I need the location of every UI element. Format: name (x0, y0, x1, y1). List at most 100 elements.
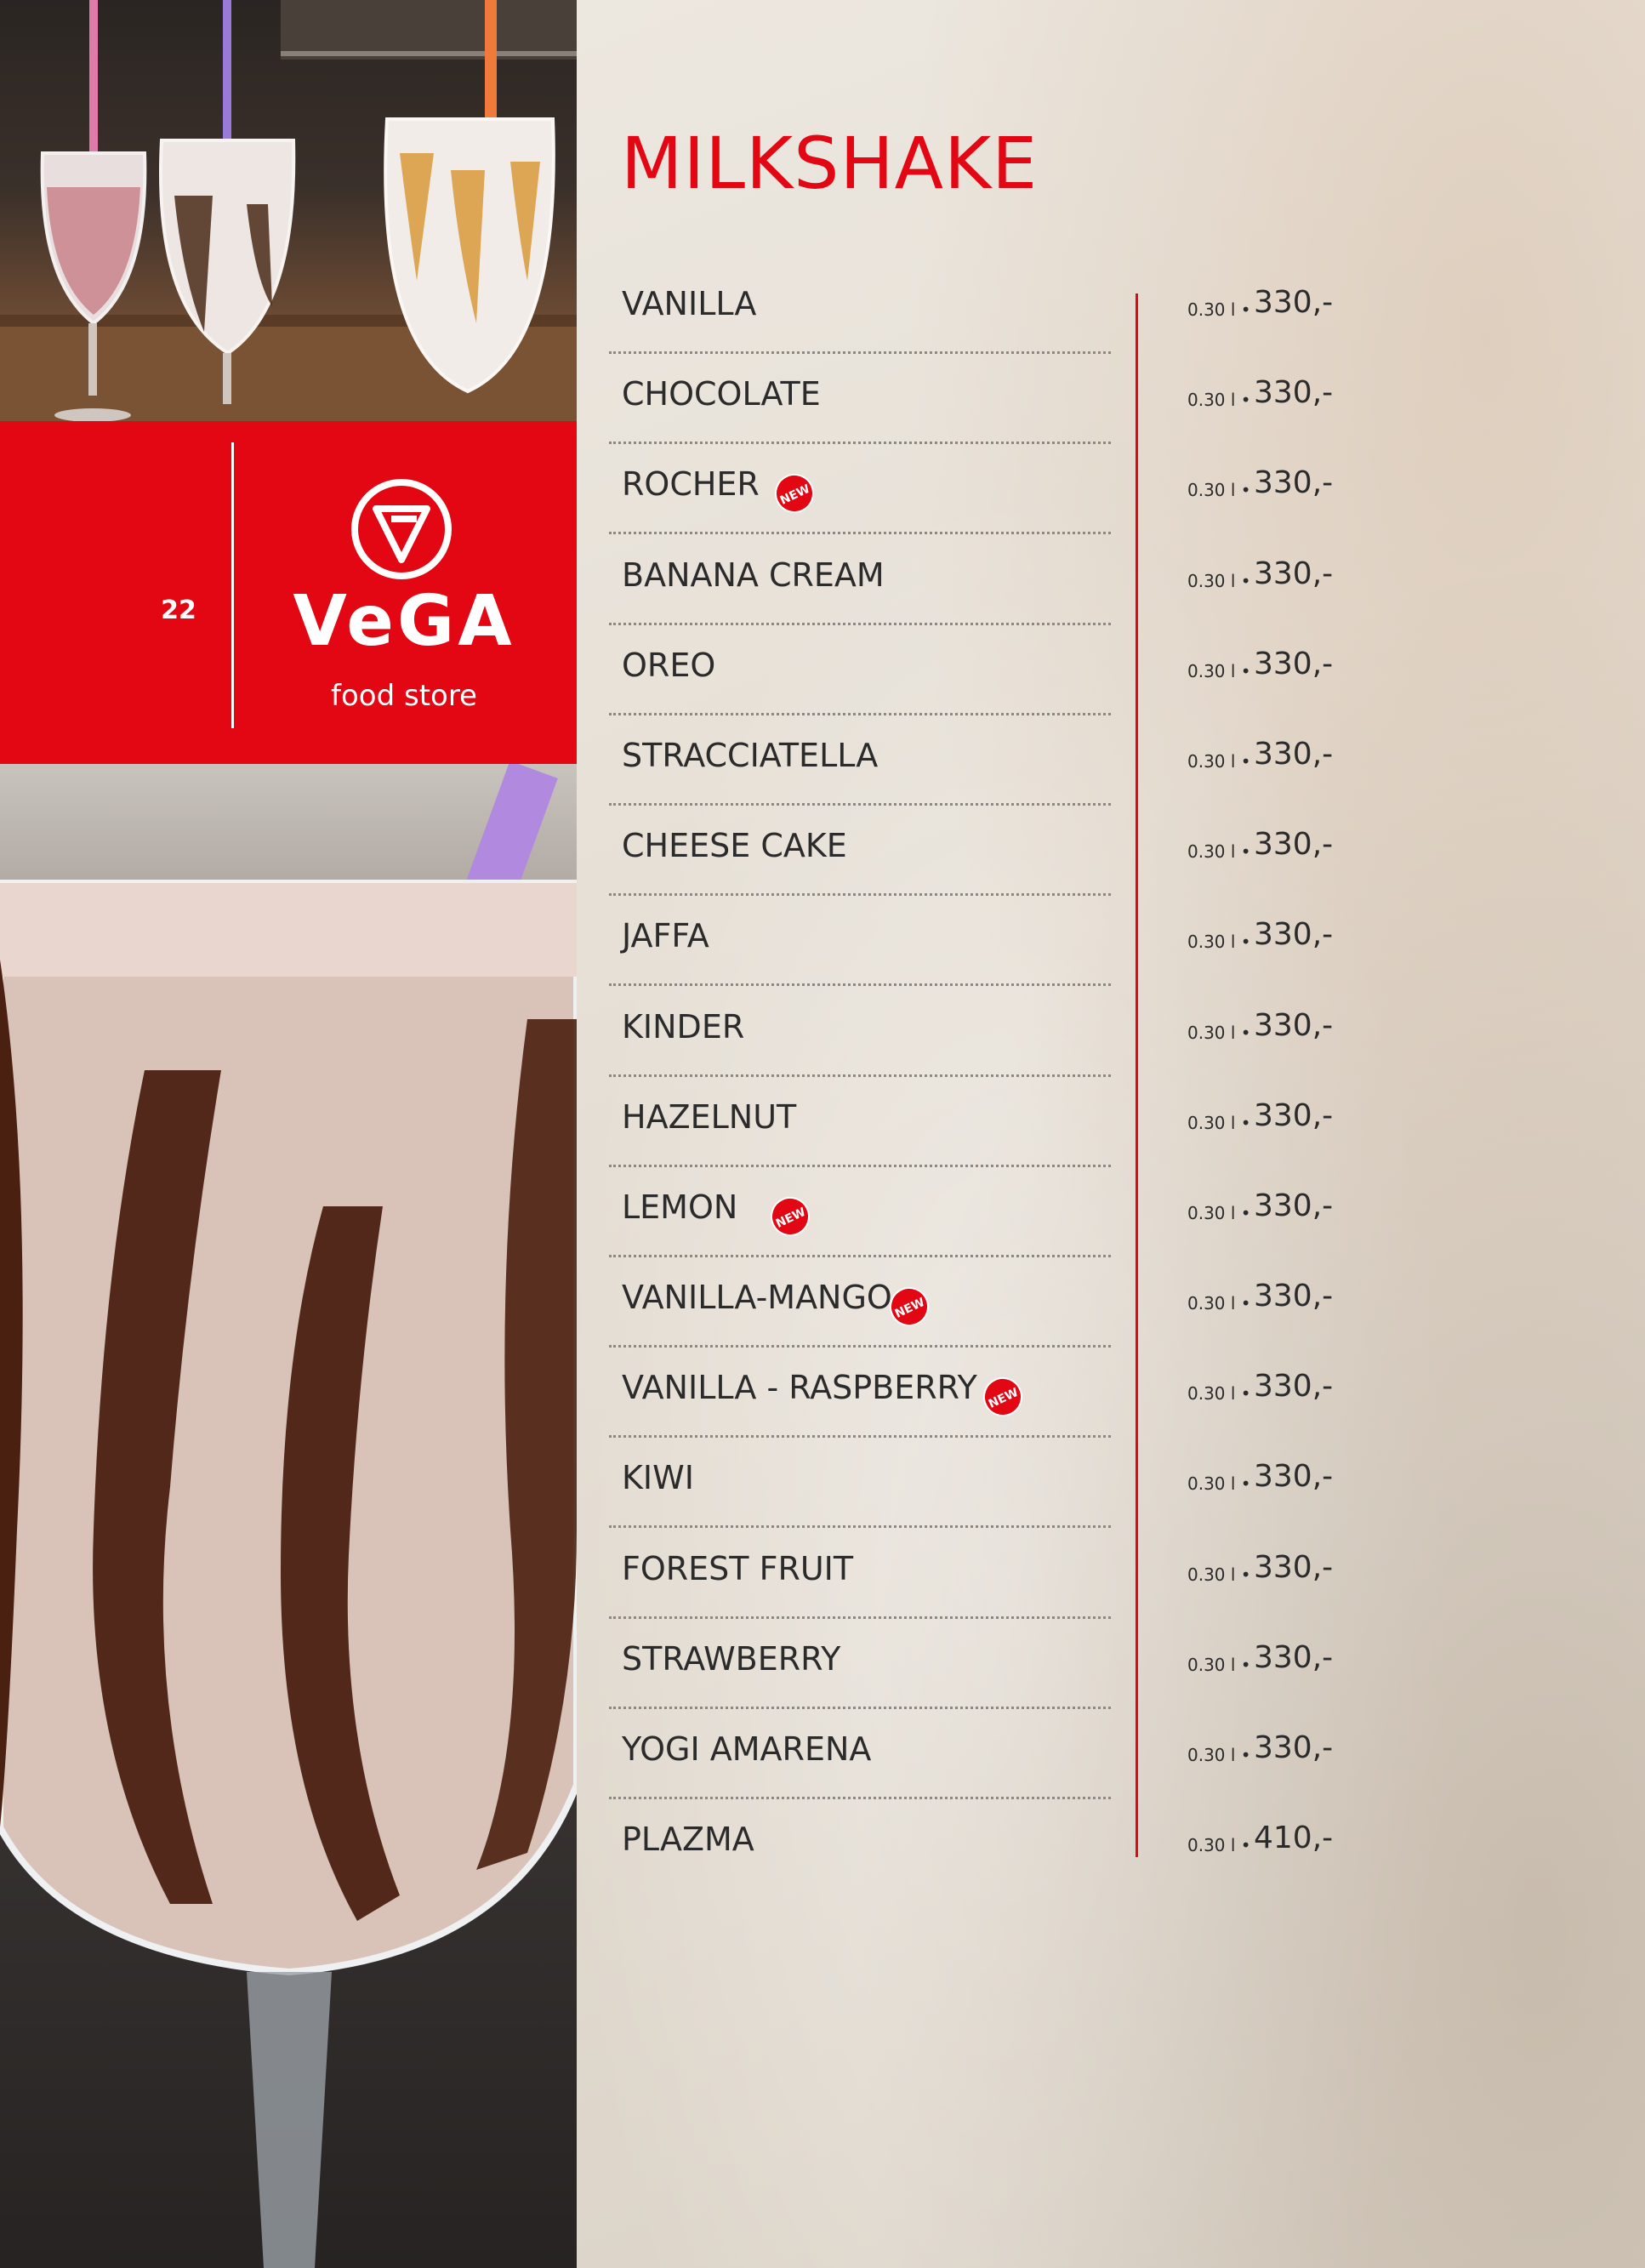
menu-item-name: HAZELNUT (622, 1097, 797, 1136)
menu-item-volume: 0.30 l • (1187, 390, 1251, 411)
dotted-separator (609, 1345, 1111, 1348)
menu-item: LEMON NEW 0.30 l • 330,- (609, 1173, 1375, 1263)
menu-item-price: 330,- (1254, 465, 1334, 501)
menu-item-volume: 0.30 l • (1187, 1202, 1251, 1223)
menu-item: STRACCIATELLA 0.30 l • 330,- (609, 721, 1375, 812)
dotted-separator (609, 1435, 1111, 1439)
menu-item-volume: 0.30 l • (1187, 932, 1251, 953)
page-title: MILKSHAKE (621, 122, 1039, 205)
photo-column (0, 0, 577, 2268)
menu-item-price: 330,- (1254, 285, 1334, 320)
menu-item-price: 330,- (1254, 917, 1334, 953)
menu-item: KINDER 0.30 l • 330,- (609, 993, 1375, 1083)
menu-item-price: 330,- (1254, 1549, 1334, 1585)
new-badge: NEW (976, 1370, 1029, 1423)
dotted-separator (609, 1797, 1111, 1799)
menu-item-name: LEMON (622, 1188, 738, 1226)
menu-item-price: 330,- (1254, 556, 1334, 591)
menu-item-price: 330,- (1254, 1730, 1334, 1765)
menu-item-price: 330,- (1254, 1007, 1334, 1043)
menu-item-name: STRAWBERRY (622, 1639, 841, 1678)
menu-item: CHOCOLATE 0.30 l • 330,- (609, 360, 1375, 450)
dotted-separator (609, 983, 1111, 987)
menu-item-volume: 0.30 l • (1187, 841, 1251, 863)
menu-item: VANILLA - RASPBERRY NEW 0.30 l • 330,- (609, 1353, 1375, 1444)
brand-tagline: food store (331, 679, 477, 713)
dotted-separator (609, 622, 1111, 625)
menu-item: YOGI AMARENA 0.30 l • 330,- (609, 1715, 1375, 1805)
menu-item-volume: 0.30 l • (1187, 480, 1251, 501)
menu-item: FOREST FRUIT 0.30 l • 330,- (609, 1535, 1375, 1625)
menu-item-name: KINDER (622, 1007, 745, 1046)
menu-item-volume: 0.30 l • (1187, 660, 1251, 681)
menu-item-volume: 0.30 l • (1187, 1473, 1251, 1495)
dotted-separator (609, 1525, 1111, 1529)
menu-item: ROCHER NEW 0.30 l • 330,- (609, 450, 1375, 540)
menu-item-price: 330,- (1254, 1459, 1334, 1495)
dotted-separator (609, 802, 1111, 806)
menu-item-price: 330,- (1254, 736, 1334, 772)
dotted-separator (609, 893, 1111, 897)
milkshakes-photo (0, 0, 577, 421)
menu-item-price: 330,- (1254, 375, 1334, 411)
menu-item-volume: 0.30 l • (1187, 1022, 1251, 1043)
menu-item-volume: 0.30 l • (1187, 1835, 1251, 1856)
chocolate-milkshake-photo (0, 764, 577, 2268)
menu-item-volume: 0.30 l • (1187, 1654, 1251, 1675)
menu-item-volume: 0.30 l • (1187, 1112, 1251, 1133)
menu-item-price: 330,- (1254, 1097, 1334, 1133)
menu-item-name: BANANA CREAM (622, 556, 885, 594)
menu-item-price: 410,- (1254, 1821, 1334, 1856)
menu-item-volume: 0.30 l • (1187, 1745, 1251, 1765)
menu-item: HAZELNUT 0.30 l • 330,- (609, 1083, 1375, 1173)
menu-item: PLAZMA 0.30 l • 410,- (609, 1805, 1375, 1895)
menu-item-volume: 0.30 l • (1187, 1293, 1251, 1314)
menu-item-name: FOREST FRUIT (622, 1549, 854, 1587)
menu-item-name: VANILLA (622, 285, 757, 322)
menu-item: KIWI 0.30 l • 330,- (609, 1444, 1375, 1534)
menu-item-name: KIWI (622, 1459, 694, 1497)
menu-item-name: CHEESE CAKE (622, 827, 847, 865)
menu-item-name: OREO (622, 646, 716, 684)
menu-item: VANILLA 0.30 l • 330,- (609, 270, 1375, 360)
menu-item: JAFFA 0.30 l • 330,- (609, 902, 1375, 992)
menu-item-name: VANILLA - RASPBERRY (622, 1369, 977, 1407)
menu-item-price: 330,- (1254, 1639, 1334, 1675)
menu-item-volume: 0.30 l • (1187, 1383, 1251, 1405)
menu-item-name: PLAZMA (622, 1821, 754, 1859)
menu-item-price: 330,- (1254, 646, 1334, 681)
dotted-separator (609, 1254, 1111, 1257)
menu-item-name: JAFFA (622, 917, 709, 955)
menu-item-volume: 0.30 l • (1187, 750, 1251, 772)
menu-item-price: 330,- (1254, 1188, 1334, 1223)
menu-item-volume: 0.30 l • (1187, 299, 1251, 320)
menu-list: VANILLA 0.30 l • 330,- CHOCOLATE 0.30 l • 330… (609, 270, 1375, 1895)
menu-item-price: 330,- (1254, 1279, 1334, 1314)
page-number: 22 (161, 595, 196, 625)
dotted-separator (609, 351, 1111, 354)
menu-item: VANILLA-MANGO NEW 0.30 l • 330,- (609, 1263, 1375, 1353)
new-badge: NEW (768, 467, 821, 520)
menu-item-name: CHOCOLATE (622, 375, 821, 413)
dotted-separator (609, 1706, 1111, 1709)
menu-item: BANANA CREAM 0.30 l • 330,- (609, 541, 1375, 631)
menu-item-volume: 0.30 l • (1187, 1564, 1251, 1585)
menu-item-price: 330,- (1254, 1369, 1334, 1405)
new-badge: NEW (764, 1190, 817, 1243)
dotted-separator (609, 532, 1111, 535)
dotted-separator (609, 712, 1111, 715)
menu-item-name: STRACCIATELLA (622, 736, 879, 774)
menu-item-price: 330,- (1254, 827, 1334, 863)
menu-item: CHEESE CAKE 0.30 l • 330,- (609, 812, 1375, 902)
menu-item-name: YOGI AMARENA (622, 1730, 872, 1768)
dotted-separator (609, 1164, 1111, 1167)
dotted-separator (609, 1616, 1111, 1619)
menu-item: OREO 0.30 l • 330,- (609, 631, 1375, 721)
menu-item-volume: 0.30 l • (1187, 570, 1251, 591)
brand-name: VeGA (293, 581, 515, 662)
vega-logo-icon (349, 476, 454, 585)
brand-divider (231, 442, 234, 728)
dotted-separator (609, 1074, 1111, 1077)
menu-item: STRAWBERRY 0.30 l • 330,- (609, 1625, 1375, 1715)
menu-item-name: VANILLA-MANGO (622, 1279, 892, 1317)
